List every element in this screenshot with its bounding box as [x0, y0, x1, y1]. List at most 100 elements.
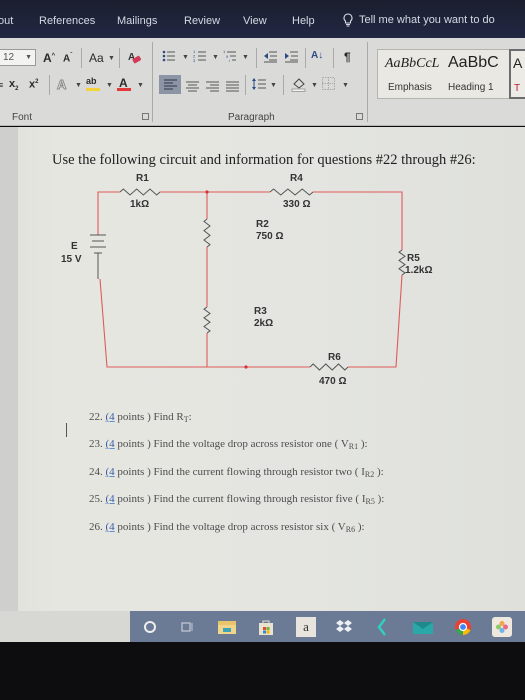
question-tail: ):	[355, 521, 365, 533]
chevron-down-icon: ▼	[342, 82, 349, 89]
decrease-indent-icon[interactable]	[263, 49, 278, 68]
clear-formatting-icon[interactable]: A	[127, 50, 143, 71]
tab-layout[interactable]: out	[0, 15, 13, 27]
multilevel-list-icon[interactable]: 1ai	[223, 49, 237, 68]
r4-name: R4	[290, 173, 303, 184]
question-number: 25.	[89, 493, 103, 505]
shading-icon[interactable]	[291, 76, 307, 97]
align-left-button[interactable]	[159, 75, 181, 94]
monitor-bezel	[0, 642, 525, 700]
divider	[333, 48, 334, 68]
r2-name: R2	[256, 219, 269, 230]
wire	[99, 278, 310, 368]
chevron-down-icon: ▼	[182, 54, 189, 61]
show-formatting-button[interactable]: ¶	[344, 51, 351, 63]
font-size-box[interactable]: 12 ▼	[0, 49, 36, 66]
junction-node	[244, 365, 248, 369]
circuit-diagram: R1 1kΩ R4 330 Ω R2 750 Ω R3 2kΩ R5 1.2kΩ…	[61, 173, 432, 387]
superscript-button[interactable]: x2	[29, 79, 38, 91]
group-divider	[367, 42, 368, 122]
wire	[348, 274, 403, 368]
resistor-r4-symbol	[269, 188, 314, 196]
file-explorer-icon[interactable]	[217, 617, 237, 637]
question-subscript: R1	[348, 442, 359, 451]
svg-text:3: 3	[193, 58, 196, 63]
tab-mailings[interactable]: Mailings	[117, 15, 157, 27]
font-size-value: 12	[3, 52, 15, 63]
increase-indent-icon[interactable]	[284, 49, 299, 68]
align-right-button[interactable]	[206, 79, 219, 97]
ribbon: 12 ▼ A^ Aˇ Aa ▼ A ≡ x2 x2 A ▼ ab ▼ A ▼ Fo…	[0, 38, 525, 126]
question-points: (4	[105, 493, 115, 505]
question-text: points ) Find R	[114, 411, 184, 423]
question-number: 22.	[89, 411, 103, 423]
chevron-down-icon: ▼	[75, 82, 82, 89]
question-points: (4	[105, 411, 115, 423]
style-heading-1[interactable]: AaBbC Heading 1	[444, 50, 508, 98]
sort-button[interactable]: A↓	[311, 51, 323, 61]
question-item: 26. (4 points ) Find the voltage drop ac…	[89, 521, 365, 534]
question-tail: ):	[374, 493, 385, 505]
task-view-icon[interactable]	[177, 617, 197, 637]
grow-font-button[interactable]: A^	[43, 52, 55, 64]
cortana-icon[interactable]	[140, 617, 160, 637]
paragraph-dialog-launcher[interactable]	[356, 113, 363, 120]
shrink-font-button[interactable]: Aˇ	[63, 53, 72, 64]
chevron-down-icon: ▼	[311, 82, 318, 89]
resistor-r3-symbol	[203, 306, 211, 334]
r1-value: 1kΩ	[130, 199, 149, 210]
app-icon[interactable]	[372, 617, 392, 637]
document-page[interactable]: Use the following circuit and informatio…	[0, 127, 525, 611]
store-icon[interactable]	[256, 617, 276, 637]
amazon-icon[interactable]: a	[296, 617, 316, 637]
junction-node	[205, 190, 209, 194]
question-tail: ):	[358, 438, 368, 450]
svg-text:i: i	[229, 58, 230, 63]
borders-icon[interactable]	[322, 77, 335, 95]
bullet-fragment-icon: ≡	[0, 80, 4, 90]
chevron-down-icon: ▼	[137, 82, 144, 89]
font-color-button[interactable]: A	[117, 76, 133, 92]
highlight-color-swatch	[86, 88, 100, 91]
tab-help[interactable]: Help	[292, 15, 315, 27]
question-tail: :	[188, 411, 192, 423]
chevron-down-icon: ▼	[212, 54, 219, 61]
justify-button[interactable]	[226, 79, 239, 97]
r6-name: R6	[328, 352, 341, 363]
chevron-down-icon: ▼	[270, 82, 277, 89]
style-emphasis[interactable]: AaBbCcL Emphasis	[378, 50, 444, 98]
change-case-button[interactable]: Aa	[89, 52, 104, 64]
mail-icon[interactable]	[412, 617, 434, 637]
align-center-button[interactable]	[186, 79, 199, 97]
question-points: (4	[105, 466, 115, 478]
r6-value: 470 Ω	[319, 376, 346, 387]
bullets-icon[interactable]	[162, 49, 176, 68]
photos-icon[interactable]	[492, 617, 512, 637]
tell-me-search[interactable]: Tell me what you want to do	[343, 13, 495, 27]
subscript-button[interactable]: x2	[9, 79, 18, 93]
chevron-down-icon: ▼	[108, 55, 115, 62]
taskbar: a	[130, 611, 525, 642]
text-effects-button[interactable]: A	[56, 78, 66, 92]
tab-review[interactable]: Review	[184, 15, 220, 27]
question-text: points ) Find the voltage drop across re…	[114, 438, 349, 450]
question-tail: ):	[374, 466, 384, 478]
chevron-down-icon: ▼	[242, 54, 249, 61]
divider	[49, 75, 50, 95]
divider	[305, 48, 306, 68]
font-dialog-launcher[interactable]	[142, 113, 149, 120]
tab-view[interactable]: View	[243, 15, 267, 27]
resistor-r1-symbol	[119, 188, 161, 196]
line-spacing-icon[interactable]	[251, 77, 266, 96]
divider	[245, 75, 246, 95]
highlight-button[interactable]: ab	[86, 76, 102, 92]
chrome-icon[interactable]	[453, 617, 473, 637]
r3-value: 2kΩ	[254, 318, 273, 329]
numbering-icon[interactable]: 123	[193, 49, 207, 68]
dropbox-icon[interactable]	[334, 617, 354, 637]
text-cursor	[66, 423, 67, 437]
tab-references[interactable]: References	[39, 15, 95, 27]
question-subscript: R2	[364, 470, 375, 479]
question-number: 26.	[89, 521, 103, 533]
style-next[interactable]: A T	[509, 49, 525, 99]
